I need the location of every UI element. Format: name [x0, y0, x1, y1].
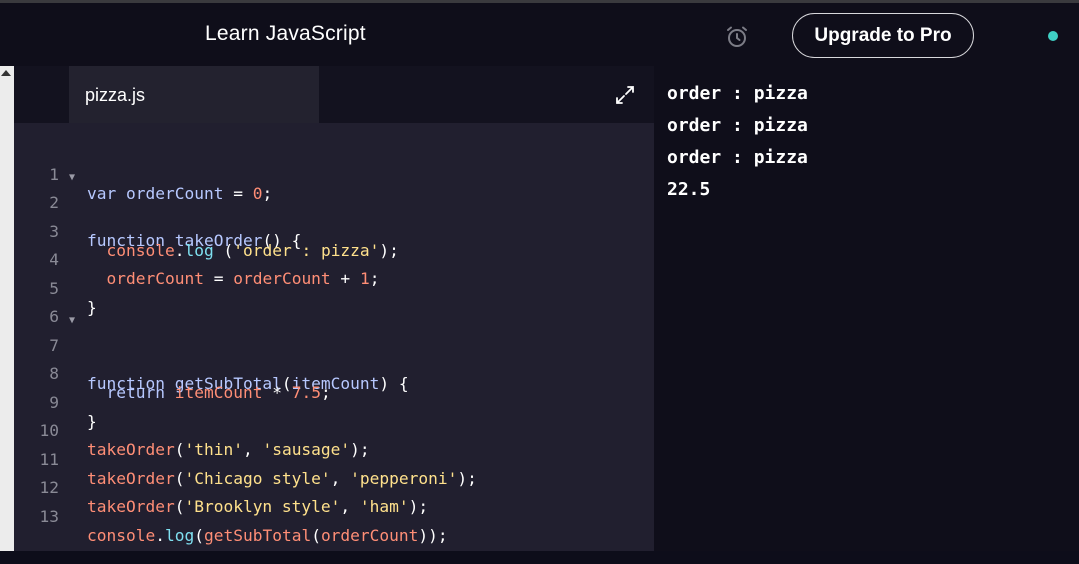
code-line: 7 ▼ function getSubTotal(itemCount) {: [14, 315, 654, 393]
status-indicator: [1048, 31, 1058, 41]
fold-arrow-icon[interactable]: ▼: [69, 172, 75, 183]
code-line: 12 takeOrder('Brooklyn style', 'ham');: [14, 459, 654, 516]
console-output-line: order : pizza: [667, 147, 808, 168]
console-output-line: order : pizza: [667, 115, 808, 136]
fold-arrow-icon[interactable]: ▼: [69, 315, 75, 326]
code-editor[interactable]: 1 var orderCount = 0; 2 ▼ function takeO…: [14, 123, 654, 551]
code-line: 6: [14, 288, 654, 326]
code-line: 4 orderCount = orderCount + 1;: [14, 231, 654, 288]
editor-tab-bar: pizza.js: [14, 66, 654, 123]
scroll-up-arrow-icon[interactable]: [1, 70, 11, 76]
alarm-clock-icon[interactable]: [725, 25, 749, 49]
console-output-panel: order : pizza order : pizza order : pizz…: [654, 66, 1079, 551]
header-bar: Learn JavaScript Upgrade to Pro: [0, 3, 1079, 66]
left-scrollbar[interactable]: [0, 66, 14, 551]
code-line: 9 }: [14, 374, 654, 431]
code-line: 5 }: [14, 260, 654, 317]
code-line: 1 var orderCount = 0;: [14, 146, 654, 203]
code-line: 2 ▼ function takeOrder() {: [14, 172, 654, 250]
console-output-line: 22.5: [667, 179, 711, 200]
code-line: 13 console.log(getSubTotal(orderCount));: [14, 488, 654, 545]
code-line: 8 return itemCount * 7.5;: [14, 345, 654, 402]
line-number: 13: [39, 507, 60, 526]
code-line: 10 takeOrder('thin', 'sausage');: [14, 402, 654, 459]
console-output-line: order : pizza: [667, 83, 808, 104]
tab-pizza-js[interactable]: pizza.js: [69, 66, 319, 123]
code-line: 3 console.log ('order : pizza');: [14, 203, 654, 260]
tab-label: pizza.js: [85, 85, 146, 105]
expand-icon[interactable]: [614, 84, 636, 106]
app-title: Learn JavaScript: [205, 22, 366, 45]
code-line: 11 takeOrder('Chicago style', 'pepperoni…: [14, 431, 654, 488]
upgrade-to-pro-button[interactable]: Upgrade to Pro: [792, 13, 974, 58]
